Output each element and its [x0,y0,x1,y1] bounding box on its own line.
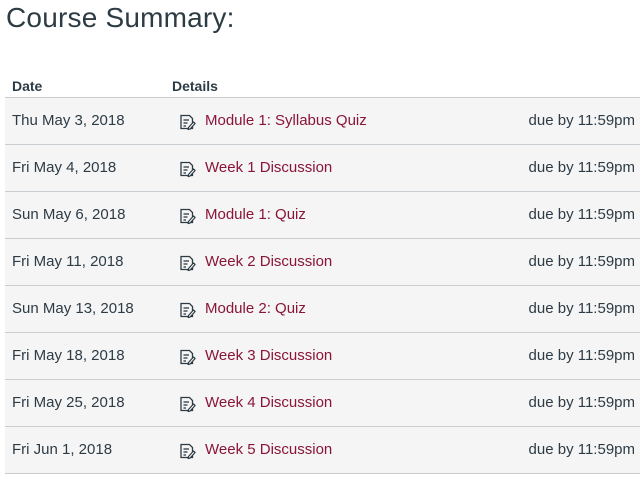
table-row: Fri Jun 1, 2018 Week 5 Discussion due by… [5,427,640,474]
row-date: Fri May 25, 2018 [12,394,125,411]
row-date: Sun May 13, 2018 [12,300,134,317]
row-date: Fri Jun 1, 2018 [12,441,113,458]
row-date: Fri May 4, 2018 [12,159,117,176]
table-row: Fri May 4, 2018 Week 1 Discussion due by… [5,145,640,192]
assignment-icon [180,114,196,131]
assignment-link[interactable]: Week 4 Discussion [205,394,332,411]
due-time: due by 11:59pm [528,394,635,411]
assignment-icon [180,208,196,225]
assignment-link[interactable]: Module 2: Quiz [205,300,306,317]
table-row: Fri May 18, 2018 Week 3 Discussion due b… [5,333,640,380]
due-time: due by 11:59pm [528,300,635,317]
assignment-icon [180,161,196,178]
assignment-link[interactable]: Week 5 Discussion [205,441,332,458]
table-row: Fri May 25, 2018 Week 4 Discussion due b… [5,380,640,427]
table-header: Date Details [5,74,640,98]
assignment-icon [180,255,196,272]
assignment-icon [180,396,196,413]
assignment-link[interactable]: Module 1: Quiz [205,206,306,223]
table-row: Fri May 11, 2018 Week 2 Discussion due b… [5,239,640,286]
syllabus-table: Date Details Thu May 3, 2018 Module 1: S… [5,74,640,474]
row-date: Sun May 6, 2018 [12,206,126,223]
page-title: Course Summary: [6,2,235,33]
due-time: due by 11:59pm [528,347,635,364]
course-summary-page: Course Summary: Date Details Thu May 3, … [0,0,640,484]
assignment-icon [180,302,196,319]
assignment-icon [180,349,196,366]
assignment-link[interactable]: Module 1: Syllabus Quiz [205,112,367,129]
assignment-link[interactable]: Week 1 Discussion [205,159,332,176]
assignment-link[interactable]: Week 2 Discussion [205,253,332,270]
row-date: Fri May 11, 2018 [12,253,124,270]
assignment-link[interactable]: Week 3 Discussion [205,347,332,364]
due-time: due by 11:59pm [528,159,635,176]
due-time: due by 11:59pm [528,253,635,270]
due-time: due by 11:59pm [528,112,635,129]
row-date: Fri May 18, 2018 [12,347,125,364]
date-column-header: Date [12,78,43,94]
row-date: Thu May 3, 2018 [12,112,125,129]
details-column-header: Details [172,78,218,94]
assignment-icon [180,443,196,460]
table-row: Sun May 13, 2018 Module 2: Quiz due by 1… [5,286,640,333]
due-time: due by 11:59pm [528,206,635,223]
due-time: due by 11:59pm [528,441,635,458]
table-row: Sun May 6, 2018 Module 1: Quiz due by 11… [5,192,640,239]
table-row: Thu May 3, 2018 Module 1: Syllabus Quiz … [5,98,640,145]
